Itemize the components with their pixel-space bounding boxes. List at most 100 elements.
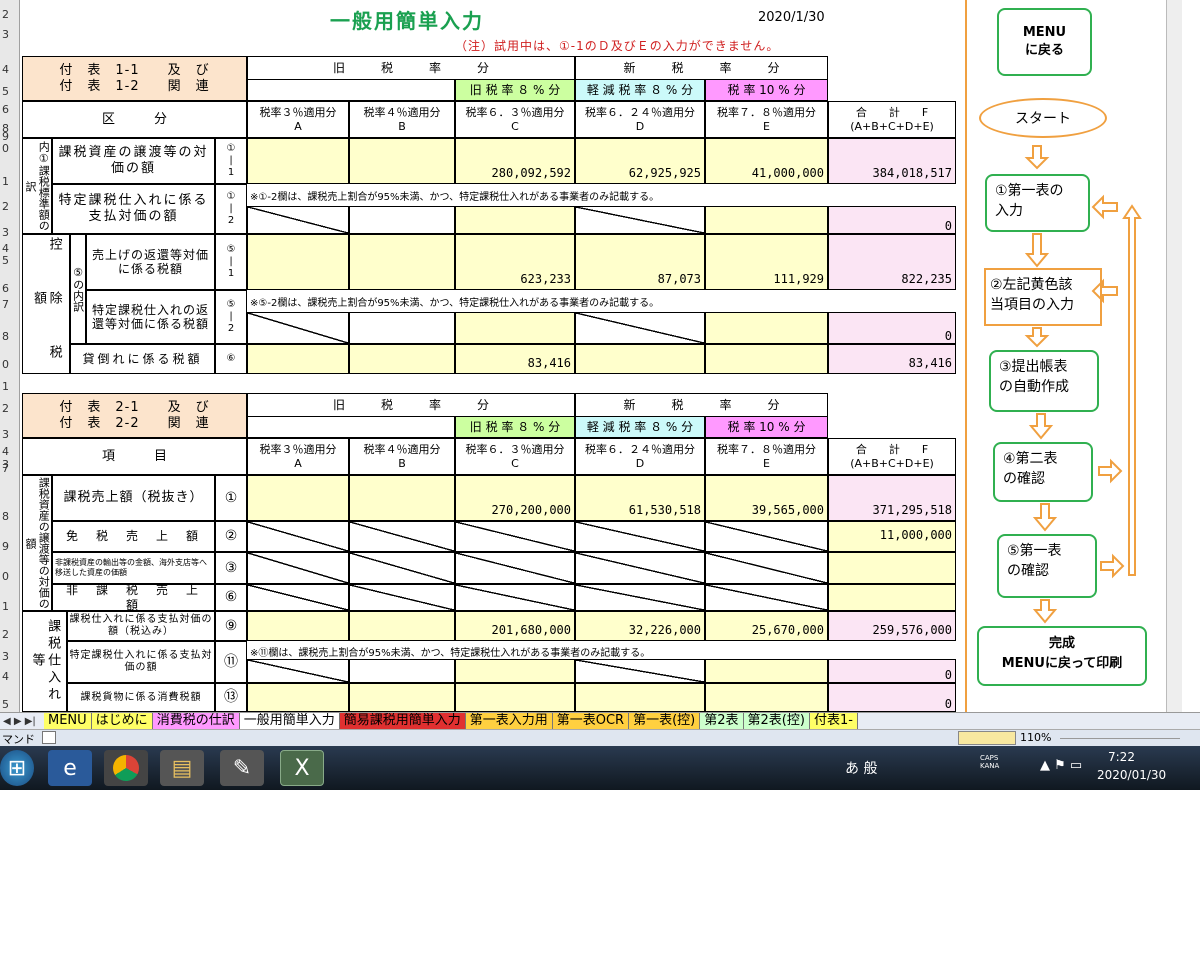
sheet-tab[interactable]: 簡易課税用簡単入力 [339,713,466,729]
row-number[interactable]: 0 [0,570,20,583]
t2-row7-e[interactable] [705,683,828,712]
sheet-tab[interactable]: 付表1- [809,713,858,729]
t2-row6-e[interactable] [705,659,828,683]
t2-row1-col-F: 371,295,518 [828,475,956,521]
t1-row4-e[interactable] [705,312,828,344]
t1-row5-col-C[interactable]: 83,416 [455,344,575,374]
t2-row7-b[interactable] [349,683,455,712]
t1-row1-col-B[interactable] [349,138,455,184]
row-number[interactable]: 1 [0,380,20,393]
view-buttons[interactable] [958,731,1016,745]
row-number[interactable]: 3 [0,226,20,239]
ie-icon[interactable]: e [48,750,92,786]
tray-icons[interactable]: ▲ ⚑ ▭ [1040,758,1082,773]
t1-row2-e[interactable] [705,206,828,234]
t2-row5-col-E[interactable]: 25,670,000 [705,611,828,641]
arrow-down-icon [1028,413,1054,440]
t1-row3-col-C[interactable]: 623,233 [455,234,575,290]
row-number[interactable]: 3 [0,650,20,663]
t1-row3-col-D[interactable]: 87,073 [575,234,705,290]
column-header: 税率３％適用分 A [247,438,349,475]
t2-row5-col-D[interactable]: 32,226,000 [575,611,705,641]
sheet-tab[interactable]: はじめに [91,713,153,729]
sheet-tab[interactable]: 第2表 [700,713,744,729]
t1-row1-col-E[interactable]: 41,000,000 [705,138,828,184]
clock-time[interactable]: 7:22 [1108,750,1135,764]
t1-row5-col-A[interactable] [247,344,349,374]
row-number[interactable]: 2 [0,8,20,21]
row-number[interactable]: 3 [0,28,20,41]
row-number[interactable]: 2 [0,402,20,415]
t2-row1-col-C[interactable]: 270,200,000 [455,475,575,521]
t1-row5-col-D[interactable] [575,344,705,374]
t2-row1-col-B[interactable] [349,475,455,521]
sheet-tab[interactable]: 第一表(控) [629,713,701,729]
macro-record-icon[interactable] [42,731,56,744]
row-number[interactable]: 7 [0,298,20,311]
row-number[interactable]: 6 [0,103,20,116]
t2-row4-total[interactable] [828,584,956,611]
chrome-icon[interactable] [104,750,148,786]
row-number[interactable]: 2 [0,628,20,641]
row-number[interactable]: 4 [0,63,20,76]
t2-row7-c[interactable] [455,683,575,712]
t1-row3-col-A[interactable] [247,234,349,290]
column-header: 税率４％適用分 B [349,438,455,475]
row-number[interactable]: 8 [0,510,20,523]
row-number[interactable]: 0 [0,358,20,371]
paint-icon[interactable]: ✎ [220,750,264,786]
row-number[interactable]: 1 [0,600,20,613]
clock-date[interactable]: 2020/01/30 [1097,768,1166,782]
t2-row6-c[interactable] [455,659,575,683]
t2-row5-col-B[interactable] [349,611,455,641]
row-number[interactable]: 8 [0,330,20,343]
row-number[interactable]: 6 [0,282,20,295]
t2-row1-col-E[interactable]: 39,565,000 [705,475,828,521]
ime-indicator[interactable]: あ 般 [845,758,877,778]
t2-row5-col-A[interactable] [247,611,349,641]
start-icon[interactable]: ⊞ [0,750,34,786]
row-number[interactable]: 1 [0,175,20,188]
t2-row7-a[interactable] [247,683,349,712]
t2-row7-d[interactable] [575,683,705,712]
t1-row2-c[interactable] [455,206,575,234]
sheet-tab[interactable]: 一般用簡単入力 [239,713,340,729]
row-number[interactable]: 4 [0,670,20,683]
explorer-icon[interactable]: ▤ [160,750,204,786]
t1-row5-col-E[interactable] [705,344,828,374]
row-number[interactable]: 5 [0,698,20,711]
t2-row1-col-A[interactable] [247,475,349,521]
row-number[interactable]: 0 [0,142,20,155]
row-number[interactable]: 9 [0,540,20,553]
t1-row1-col-D[interactable]: 62,925,925 [575,138,705,184]
t2-row3-total[interactable] [828,552,956,584]
row-number[interactable]: 7 [0,462,20,475]
column-header-text: 税率３％適用分 [259,443,337,457]
sheet-tab[interactable]: 第2表(控) [743,713,810,729]
t2-row6-note: ※⑪欄は、課税売上割合が95%未満、かつ、特定課税仕入れがある事業者のみ記載する… [250,648,651,659]
t2-blank-band [247,416,455,438]
column-header: 税率７．８％適用分 E [705,101,828,138]
row-number[interactable]: 4 [0,445,20,458]
tab-nav-arrows-icon[interactable]: ◀ ▶ ▶| [0,716,44,727]
row-number[interactable]: 5 [0,85,20,98]
t1-row3-col-B[interactable] [349,234,455,290]
t1-row1-col-C[interactable]: 280,092,592 [455,138,575,184]
sheet-tab[interactable]: 消費税の仕訳 [152,713,240,729]
t1-row3-col-E[interactable]: 111,929 [705,234,828,290]
sheet-tab[interactable]: MENU [44,713,92,729]
excel-icon[interactable]: X [280,750,324,786]
t2-row2-total[interactable]: 11,000,000 [828,521,956,552]
row-number[interactable]: 3 [0,428,20,441]
t2-row1-col-D[interactable]: 61,530,518 [575,475,705,521]
sheet-tab[interactable]: 第一表OCR [552,713,630,729]
t2-row5-col-C[interactable]: 201,680,000 [455,611,575,641]
t1-row4-c[interactable] [455,312,575,344]
row-number[interactable]: 5 [0,254,20,267]
t1-row1-col-A[interactable] [247,138,349,184]
t1-row5-col-B[interactable] [349,344,455,374]
t2-row3-label: 非課税資産の輸出等の金額、海外支店等へ移送した資産の価額 [52,552,215,584]
row-number[interactable]: 2 [0,200,20,213]
vertical-scrollbar[interactable] [1166,0,1182,712]
sheet-tab[interactable]: 第一表入力用 [465,713,553,729]
